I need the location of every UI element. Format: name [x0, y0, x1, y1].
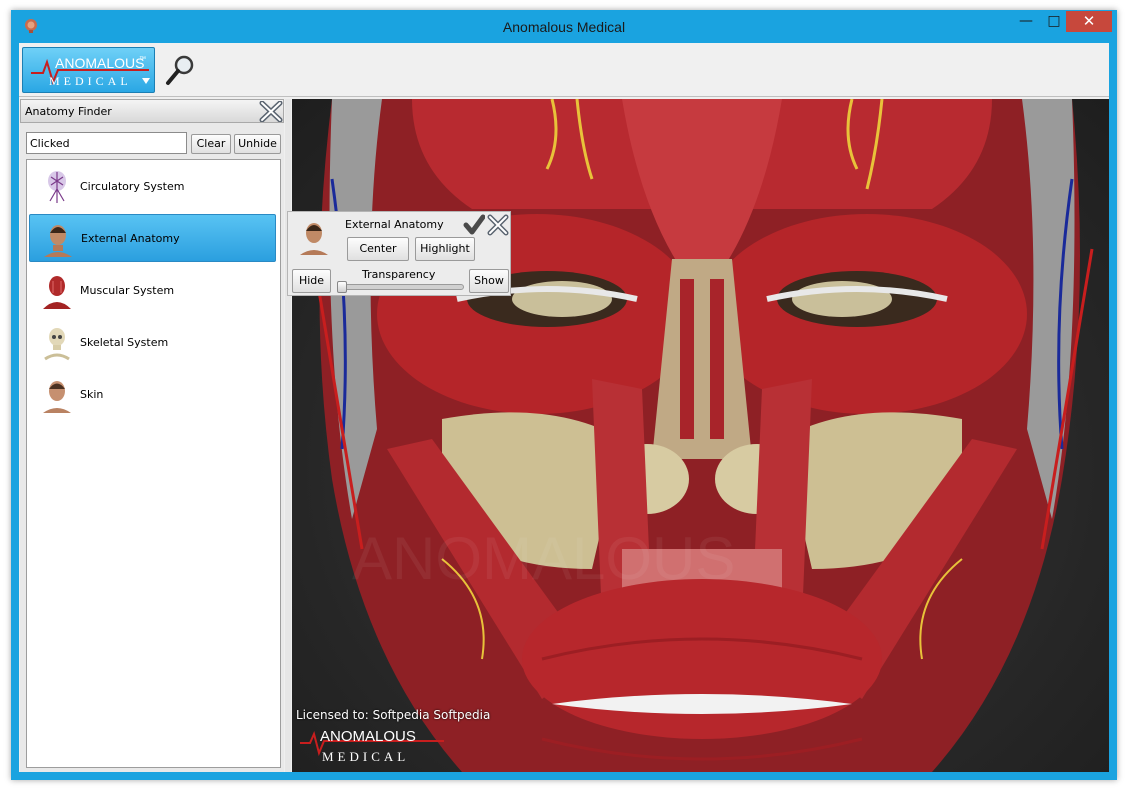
list-item-muscular[interactable]: Muscular System	[29, 267, 276, 315]
list-item-external-anatomy[interactable]: External Anatomy	[29, 214, 276, 262]
magnifier-icon[interactable]	[164, 53, 198, 87]
muscular-icon	[43, 276, 71, 309]
external-anatomy-popup: External Anatomy Center Highlight Hide T…	[287, 211, 511, 296]
hide-button[interactable]: Hide	[292, 269, 331, 293]
highlight-button[interactable]: Highlight	[415, 237, 475, 261]
list-item-skin[interactable]: Skin	[29, 371, 276, 419]
app-window: Anomalous Medical — □ ✕ ANOMALOUS ™ MEDI…	[11, 10, 1117, 780]
window-title: Anomalous Medical	[502, 19, 626, 35]
finder-title: Anatomy Finder	[25, 105, 112, 118]
license-text: Licensed to: Softpedia Softpedia	[296, 708, 491, 722]
title-bar[interactable]: Anomalous Medical — □ ✕	[11, 10, 1117, 43]
list-item-label: Skeletal System	[80, 336, 169, 349]
maximize-button[interactable]: □	[1041, 11, 1067, 32]
anatomy-list: Circulatory System External Anatomy Musc…	[26, 159, 281, 768]
close-icon[interactable]	[486, 214, 510, 236]
anatomy-finder-panel: Anatomy Finder Clear Unhide Circulatory …	[20, 99, 284, 772]
external-anatomy-icon	[300, 223, 328, 255]
toolbar: ANOMALOUS ™ MEDICAL	[19, 43, 1109, 97]
unhide-button[interactable]: Unhide	[234, 134, 281, 154]
transparency-label: Transparency	[362, 268, 436, 281]
facial-muscles-render: ANOMALOUS	[310, 99, 1094, 772]
checkmark-icon[interactable]	[463, 214, 485, 236]
center-button[interactable]: Center	[347, 237, 409, 261]
anatomy-3d-viewport[interactable]: ANOMALOUS Licensed to: Softpedia Softped…	[292, 99, 1109, 772]
viewport-logo-top: ANOMALOUS	[320, 728, 416, 745]
popup-title: External Anatomy	[345, 218, 444, 231]
external-anatomy-icon	[44, 225, 72, 257]
logo-bottom-text: MEDICAL	[49, 74, 132, 88]
list-item-label: Circulatory System	[80, 180, 185, 193]
list-item-label: Muscular System	[80, 284, 175, 297]
logo-trademark: ™	[139, 56, 146, 63]
list-item-skeletal[interactable]: Skeletal System	[29, 319, 276, 367]
watermark-logo-text: ANOMALOUS	[352, 525, 735, 592]
viewport-logo: ANOMALOUS MEDICAL	[300, 728, 444, 764]
logo-top-text: ANOMALOUS	[55, 55, 144, 71]
transparency-slider-thumb[interactable]	[337, 281, 347, 293]
close-button[interactable]: ✕	[1066, 11, 1112, 32]
close-icon[interactable]	[258, 101, 284, 122]
transparency-slider[interactable]	[337, 284, 464, 290]
finder-header: Anatomy Finder	[20, 99, 284, 123]
skin-icon	[43, 381, 71, 413]
anomalous-menu-button[interactable]: ANOMALOUS ™ MEDICAL	[22, 47, 155, 93]
list-item-label: Skin	[80, 388, 104, 401]
anomalous-logo: ANOMALOUS ™ MEDICAL	[31, 55, 150, 88]
skeletal-icon	[44, 328, 70, 361]
minimize-button[interactable]: —	[1013, 11, 1039, 32]
list-item-label: External Anatomy	[81, 232, 180, 245]
list-item-circulatory[interactable]: Circulatory System	[29, 163, 276, 211]
show-button[interactable]: Show	[469, 269, 509, 293]
circulatory-icon	[48, 171, 66, 203]
search-input[interactable]	[26, 132, 187, 154]
chevron-down-icon	[142, 78, 150, 84]
viewport-logo-bottom: MEDICAL	[322, 749, 409, 764]
panel-splitter[interactable]	[285, 99, 291, 772]
client-area: ANOMALOUS ™ MEDICAL Anatomy Finder Click…	[19, 43, 1109, 772]
clear-button[interactable]: Clear	[191, 134, 231, 154]
